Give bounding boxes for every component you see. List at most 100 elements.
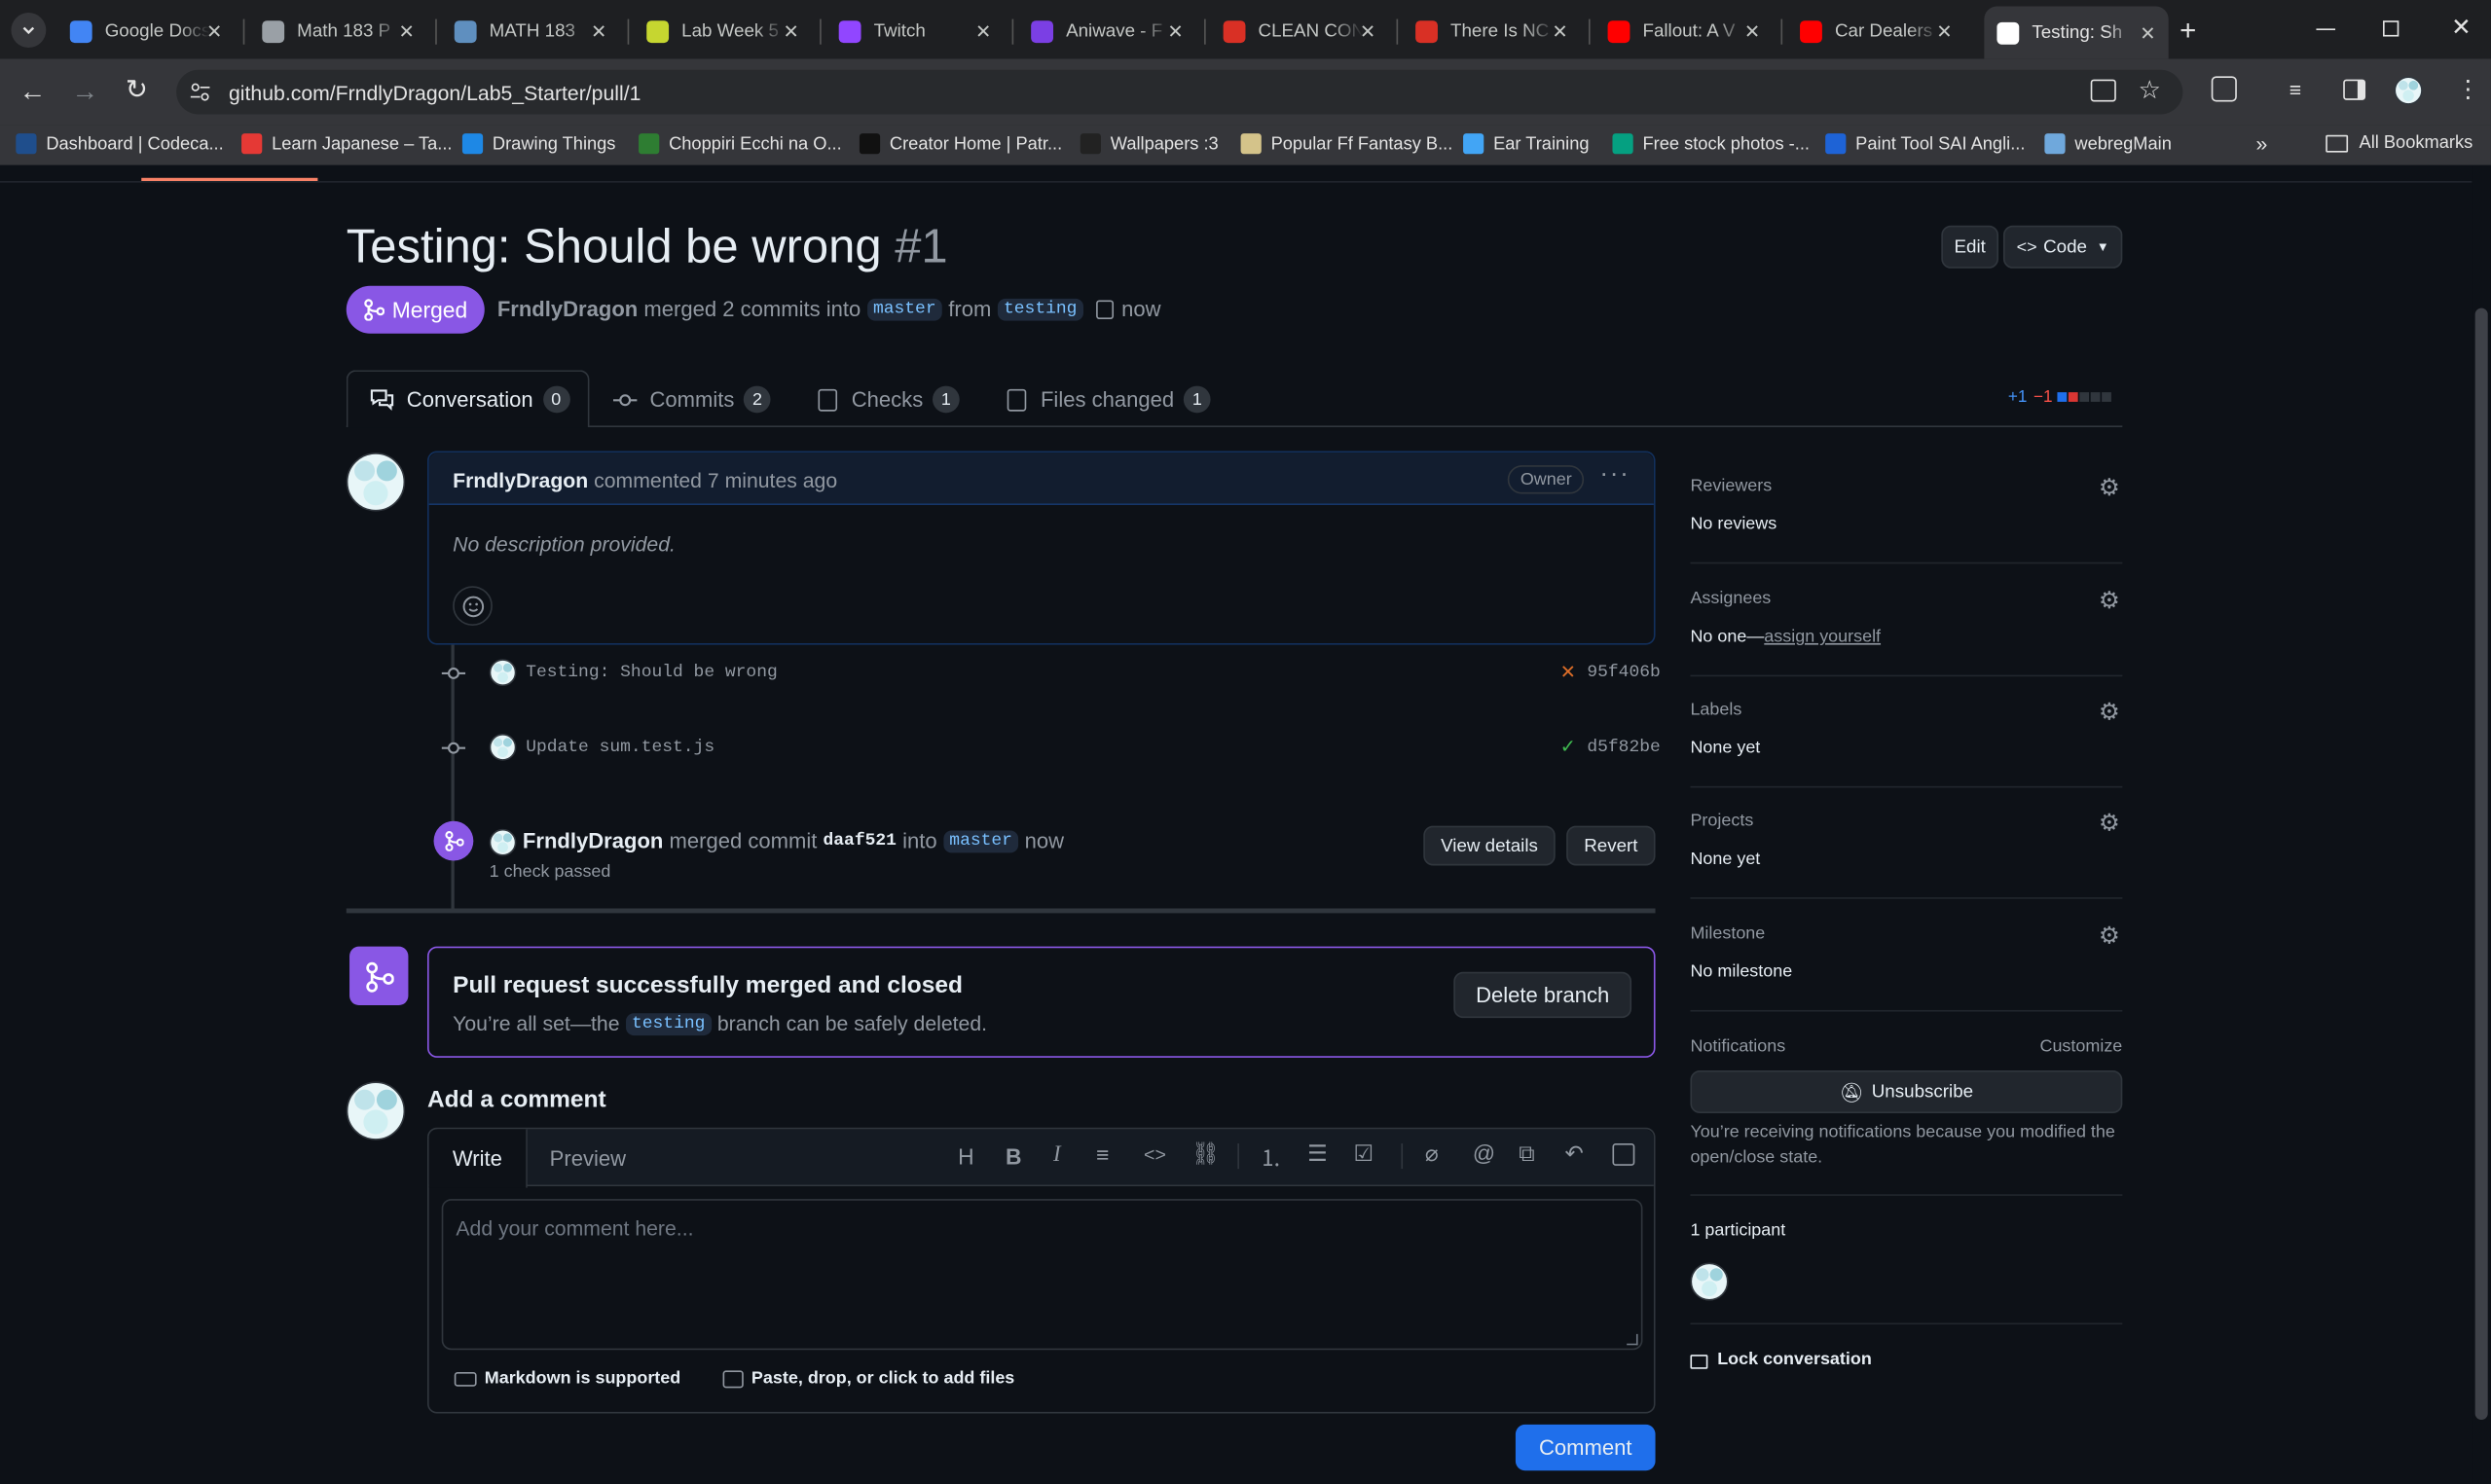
new-tab-button[interactable]: + — [2180, 15, 2196, 48]
checks-passed-text[interactable]: 1 check passed — [490, 862, 611, 882]
merge-author[interactable]: FrndlyDragon — [523, 829, 663, 852]
unordered-list-icon[interactable]: ☰ — [1307, 1140, 1328, 1168]
tab-checks[interactable]: Checks 1 — [818, 385, 960, 414]
bookmark-star-icon[interactable]: ☆ — [2139, 75, 2161, 107]
bookmark-item[interactable]: Ear Training — [1463, 133, 1590, 155]
code-icon[interactable]: <> — [1144, 1143, 1166, 1166]
tab-close-icon[interactable]: ✕ — [1360, 19, 1375, 42]
saved-reply-icon[interactable]: ↶ — [1565, 1140, 1584, 1168]
check-icon[interactable]: ✓ — [1560, 736, 1576, 758]
reload-icon[interactable]: ↻ — [126, 75, 148, 107]
bookmark-item[interactable]: Dashboard | Codeca... — [16, 133, 224, 155]
comment-time[interactable]: commented 7 minutes ago — [594, 468, 837, 491]
browser-tab[interactable]: Car Dealers ✕ — [1787, 10, 1965, 53]
bold-icon[interactable]: B — [1006, 1143, 1022, 1169]
browser-tab[interactable]: Aniwave - F ✕ — [1018, 10, 1196, 53]
ordered-list-icon[interactable]: ⒈ — [1260, 1141, 1282, 1174]
bookmark-item[interactable]: Wallpapers :3 — [1080, 133, 1219, 155]
bookmark-item[interactable]: Popular Ff Fantasy B... — [1240, 133, 1452, 155]
unsubscribe-button[interactable]: 🔕︎ Unsubscribe — [1690, 1069, 2123, 1114]
browser-tab[interactable]: Fallout: A V ✕ — [1595, 10, 1774, 53]
gear-icon[interactable]: ⚙ — [2099, 473, 2120, 502]
site-info-icon[interactable] — [189, 81, 211, 103]
more-bookmarks-icon[interactable]: » — [2255, 131, 2267, 155]
tab-files-changed[interactable]: Files changed 1 — [1007, 385, 1211, 414]
tab-close-icon[interactable]: ✕ — [1552, 19, 1567, 42]
comment-author-avatar[interactable] — [346, 452, 406, 512]
pr-author-link[interactable]: FrndlyDragon — [497, 297, 638, 320]
merge-sha[interactable]: daaf521 — [824, 831, 897, 851]
tab-close-icon[interactable]: ✕ — [1936, 19, 1952, 42]
sidebar-milestone-label[interactable]: Milestone — [1690, 924, 1765, 944]
gear-icon[interactable]: ⚙ — [2099, 809, 2120, 837]
address-bar[interactable]: github.com/FrndlyDragon/Lab5_Starter/pul… — [176, 69, 2183, 115]
edit-title-button[interactable]: Edit — [1941, 225, 1999, 269]
commit-author-avatar[interactable] — [489, 733, 517, 761]
gear-icon[interactable]: ⚙ — [2099, 697, 2120, 726]
browser-tab[interactable]: Testing: Sh ✕ — [1984, 6, 2169, 59]
revert-button[interactable]: Revert — [1566, 825, 1656, 866]
base-branch[interactable]: master — [866, 298, 943, 320]
back-icon[interactable]: ← — [19, 76, 47, 108]
forward-icon[interactable]: → — [71, 76, 98, 108]
current-user-avatar[interactable] — [346, 1081, 406, 1140]
slash-command-icon[interactable] — [1612, 1143, 1635, 1166]
sidebar-reviewers-label[interactable]: Reviewers — [1690, 477, 1772, 496]
delete-branch-button[interactable]: Delete branch — [1453, 971, 1632, 1019]
resize-handle-icon[interactable] — [1627, 1333, 1638, 1346]
participant-avatar[interactable] — [1690, 1262, 1729, 1301]
scrollbar-thumb[interactable] — [2474, 308, 2488, 1421]
commit-message[interactable]: Update sum.test.js — [526, 739, 714, 758]
browser-tab[interactable]: Lab Week 5 ✕ — [634, 10, 812, 53]
quote-icon[interactable]: ≡ — [1096, 1141, 1109, 1167]
gear-icon[interactable]: ⚙ — [2099, 586, 2120, 615]
markdown-supported-link[interactable]: Markdown is supported — [454, 1369, 680, 1388]
browser-tab[interactable]: CLEAN CON ✕ — [1211, 10, 1389, 53]
tab-close-icon[interactable]: ✕ — [2140, 21, 2155, 44]
tab-close-icon[interactable]: ✕ — [1744, 19, 1760, 42]
tab-search-button[interactable] — [11, 13, 47, 48]
all-bookmarks[interactable]: All Bookmarks — [2326, 133, 2473, 153]
sidebar-labels-label[interactable]: Labels — [1690, 701, 1741, 720]
tab-close-icon[interactable]: ✕ — [1167, 19, 1183, 42]
mention-icon[interactable]: @ — [1473, 1140, 1495, 1166]
sidebar-projects-label[interactable]: Projects — [1690, 812, 1753, 831]
bookmark-item[interactable]: Free stock photos -... — [1612, 133, 1810, 155]
tab-close-icon[interactable]: ✕ — [399, 19, 415, 42]
bookmark-item[interactable]: Drawing Things — [461, 133, 615, 155]
browser-tab[interactable]: MATH 183 ✕ — [442, 10, 620, 53]
comment-textarea[interactable]: Add your comment here... — [441, 1199, 1643, 1351]
browser-tab[interactable]: Math 183 P ✕ — [249, 10, 427, 53]
url-text[interactable]: github.com/FrndlyDragon/Lab5_Starter/pul… — [229, 81, 641, 104]
browser-tab[interactable]: There Is NC ✕ — [1403, 10, 1581, 53]
browser-menu-icon[interactable]: ⋮ — [2456, 75, 2479, 103]
tab-close-icon[interactable]: ✕ — [591, 19, 606, 42]
restore-button[interactable] — [2383, 20, 2399, 37]
task-list-icon[interactable]: ☑ — [1353, 1140, 1374, 1168]
bookmark-item[interactable]: Paint Tool SAI Angli... — [1825, 133, 2025, 155]
tab-close-icon[interactable]: ✕ — [206, 19, 222, 42]
media-control-icon[interactable]: ≡ — [2290, 78, 2301, 101]
attach-icon[interactable]: ⌀ — [1425, 1140, 1439, 1168]
link-icon[interactable]: ⛓ — [1191, 1140, 1220, 1168]
bookmark-item[interactable]: Learn Japanese – Ta... — [241, 133, 453, 155]
code-button[interactable]: <> Code ▼ — [2002, 225, 2123, 269]
extensions-icon[interactable] — [2211, 76, 2237, 102]
comment-options-icon[interactable]: ··· — [1599, 460, 1630, 489]
tab-close-icon[interactable]: ✕ — [975, 19, 991, 42]
assign-yourself-link[interactable]: assign yourself — [1764, 628, 1881, 647]
x-icon[interactable]: ✕ — [1560, 661, 1576, 683]
page-scrollbar[interactable] — [2472, 164, 2491, 1484]
view-details-button[interactable]: View details — [1423, 825, 1556, 866]
tab-close-icon[interactable]: ✕ — [783, 19, 798, 42]
heading-icon[interactable]: H — [958, 1143, 974, 1169]
commit-sha[interactable]: 95f406b — [1587, 664, 1660, 683]
attach-files-link[interactable]: Paste, drop, or click to add files — [722, 1369, 1014, 1388]
italic-icon[interactable]: I — [1053, 1143, 1061, 1169]
preview-tab[interactable]: Preview — [550, 1146, 626, 1170]
tab-conversation[interactable]: Conversation 0 — [346, 370, 590, 428]
gear-icon[interactable]: ⚙ — [2099, 922, 2120, 950]
head-branch[interactable]: testing — [997, 298, 1083, 320]
lock-conversation-link[interactable]: Lock conversation — [1690, 1349, 1872, 1369]
cross-reference-icon[interactable]: ⧉ — [1519, 1140, 1534, 1168]
